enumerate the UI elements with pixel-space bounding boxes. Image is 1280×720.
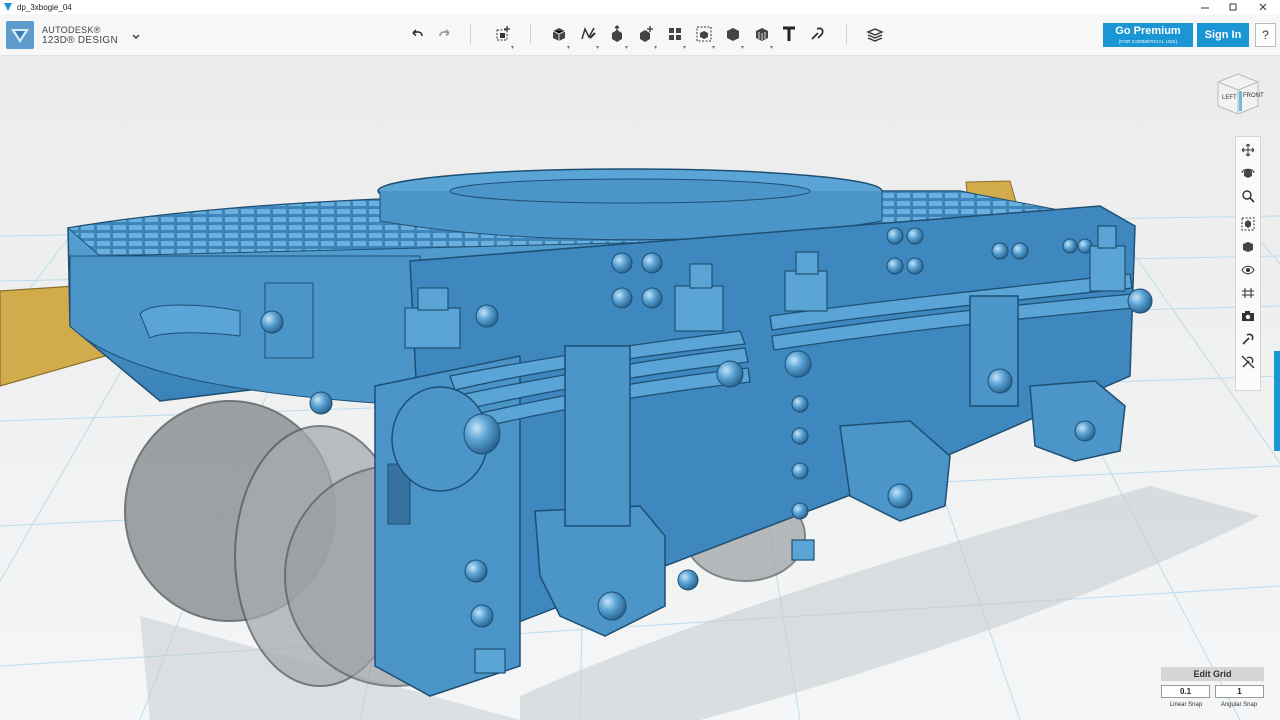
combine-icon [727,28,739,41]
snap-button[interactable] [806,23,828,45]
snap-icon [811,27,824,40]
grid-material-icon [1242,288,1254,298]
toolbar-separator [470,24,471,44]
brand-line-2: 123D® DESIGN [42,35,118,46]
sketch-button[interactable]: ▾ [577,23,599,51]
transform-icon [496,26,510,41]
sketch-icon [581,26,596,40]
construct-icon [612,25,622,42]
zoom-button[interactable] [1239,187,1257,205]
edit-grid-button[interactable]: Edit Grid [1161,667,1264,681]
modify-button[interactable]: ▾ [635,23,657,51]
undo-button[interactable] [406,23,428,45]
linear-snap-field[interactable]: 0.1 [1161,685,1210,698]
brand-line-1: AUTODESK® [42,25,101,35]
group-button[interactable]: ▾ [693,23,715,51]
pan-button[interactable] [1239,141,1257,159]
primitives-button[interactable]: ▾ [548,23,570,51]
camera-icon [1242,311,1254,321]
grid-panel: Edit Grid 0.1 1 Linear Snap Angular Snap [1160,667,1264,720]
redo-button[interactable] [434,23,456,45]
fit-button[interactable] [1239,215,1257,233]
toolbar-separator [846,24,847,44]
help-button[interactable]: ? [1255,23,1276,47]
orbit-icon [1241,168,1255,178]
navigation-bar [1235,136,1261,391]
viewcube-front-label: FRONT [1243,93,1264,99]
window-title: dp_3xbogie_04 [17,2,72,12]
angular-snap-label: Angular Snap [1220,702,1258,708]
go-premium-button[interactable]: Go Premium (FOR COMMERCIAL USE) [1103,23,1193,47]
close-icon [1259,3,1267,11]
minimize-icon [1201,7,1209,9]
app-logo-icon[interactable] [6,21,34,49]
angular-snap-field[interactable]: 1 [1215,685,1264,698]
text-icon [783,26,795,41]
go-premium-sublabel: (FOR COMMERCIAL USE) [1118,39,1178,44]
minimize-button[interactable] [1190,0,1220,14]
linear-snap-label: Linear Snap [1169,702,1203,708]
orbit-button[interactable] [1239,164,1257,182]
eye-icon [1241,265,1255,275]
toolbar-separator [530,24,531,44]
viewcube-left-label: LEFT [1222,95,1237,101]
3d-viewport[interactable]: LEFT FRONT Edit Grid 0.1 1 Linear Snap A… [0,56,1280,720]
maximize-icon [1229,3,1237,11]
modify-icon [640,26,653,42]
view-mode-button[interactable] [1239,238,1257,256]
material-button[interactable] [864,23,886,45]
go-premium-label: Go Premium [1115,25,1181,37]
app-icon [4,3,12,11]
view-cube[interactable]: LEFT FRONT [1212,70,1264,116]
main-toolbar: AUTODESK® 123D® DESIGN ▾ ▾ ▾ ▾ ▾ ▾ ▾ ▾ ▾ [0,14,1280,56]
snap-off-icon [1241,355,1255,369]
combine-button[interactable]: ▾ [722,23,744,51]
maximize-button[interactable] [1218,0,1248,14]
group-icon [696,26,712,42]
screenshot-button[interactable] [1239,307,1257,325]
transform-button[interactable]: ▾ [492,23,514,51]
primitives-icon [552,28,566,41]
model-render [0,168,1280,720]
undo-icon [412,29,423,37]
chevron-down-icon[interactable] [130,30,142,42]
text-button[interactable] [778,23,800,45]
pattern-icon [669,28,681,40]
sign-in-button[interactable]: Sign In [1197,23,1249,47]
solid-view-icon [1243,242,1253,252]
visibility-button[interactable] [1239,261,1257,279]
pattern-button[interactable]: ▾ [664,23,686,51]
material-view-button[interactable] [1239,284,1257,302]
measure-button[interactable]: ▾ [751,23,773,51]
snap-grid-button[interactable] [1239,330,1257,348]
measure-icon [756,28,768,41]
fit-icon [1241,217,1255,231]
snap-off-button[interactable] [1239,353,1257,371]
construct-button[interactable]: ▾ [606,23,628,51]
material-icon [866,28,884,42]
redo-icon [439,29,450,37]
side-panel-tab[interactable] [1274,351,1280,451]
magnet-icon [1242,333,1254,345]
zoom-icon [1242,190,1255,203]
pan-icon [1241,143,1255,157]
close-button[interactable] [1248,0,1278,14]
title-bar: dp_3xbogie_04 [0,0,1280,14]
